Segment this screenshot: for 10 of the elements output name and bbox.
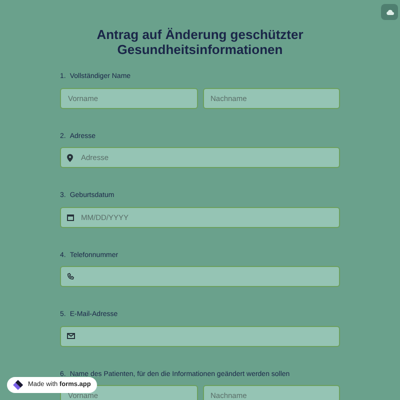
input-field[interactable] [60, 266, 340, 287]
cloud-icon [386, 9, 394, 15]
logo-icon [12, 379, 24, 391]
calendar-icon [67, 214, 74, 220]
phone-icon [67, 273, 74, 280]
form-title: Antrag auf Änderung geschützter Gesundheitsinformationen [96, 27, 304, 57]
cloud-button[interactable] [381, 4, 398, 20]
envelope-icon [67, 332, 75, 338]
input-field[interactable] [60, 326, 340, 346]
location-pin-icon [67, 154, 73, 162]
